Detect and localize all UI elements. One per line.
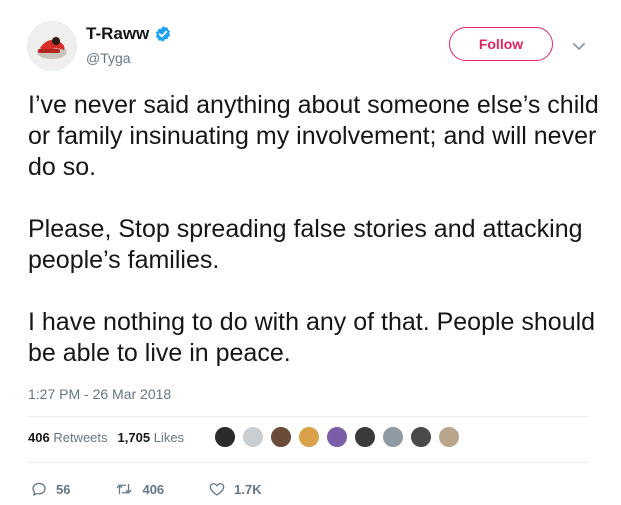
author-name-row: T-Raww bbox=[86, 24, 172, 44]
likes-stat[interactable]: 1,705 Likes bbox=[118, 430, 185, 445]
liker-avatar[interactable] bbox=[326, 426, 348, 448]
reply-button[interactable]: 56 bbox=[30, 480, 70, 498]
liker-avatar[interactable] bbox=[354, 426, 376, 448]
reply-count: 56 bbox=[56, 481, 71, 497]
verified-badge-icon bbox=[154, 25, 172, 43]
like-count: 1.7K bbox=[234, 481, 262, 497]
liker-avatar[interactable] bbox=[298, 426, 320, 448]
liker-avatar[interactable] bbox=[382, 426, 404, 448]
author-handle[interactable]: @Tyga bbox=[86, 50, 131, 66]
likes-count: 1,705 bbox=[117, 430, 151, 445]
engagement-stats: 406 Retweets 1,705 Likes bbox=[28, 430, 194, 445]
liker-avatar[interactable] bbox=[242, 426, 264, 448]
tweet-actions: 56 406 1.7K bbox=[30, 480, 306, 498]
reply-icon bbox=[32, 482, 46, 496]
tweet-text: I’ve never said anything about someone e… bbox=[28, 90, 608, 400]
retweets-count: 406 bbox=[28, 430, 50, 445]
author-display-name[interactable]: T-Raww bbox=[86, 24, 149, 44]
tweet-card: T-Raww @Tyga Follow I’ve never said anyt… bbox=[0, 0, 621, 505]
retweet-button[interactable]: 406 bbox=[114, 480, 164, 498]
heart-icon bbox=[209, 483, 225, 496]
retweet-count: 406 bbox=[142, 481, 165, 497]
tweet-paragraph: Please, Stop spreading false stories and… bbox=[28, 215, 583, 274]
tweet-timestamp[interactable]: 1:27 PM - 26 Mar 2018 bbox=[28, 386, 171, 402]
retweets-label: Retweets bbox=[53, 430, 108, 445]
tweet-paragraph: I’ve never said anything about someone e… bbox=[28, 91, 599, 181]
divider bbox=[28, 416, 588, 417]
retweet-icon bbox=[117, 483, 132, 495]
liker-avatars bbox=[214, 426, 466, 448]
follow-button[interactable]: Follow bbox=[449, 27, 553, 61]
tweet-paragraph: I have nothing to do with any of that. P… bbox=[28, 308, 596, 367]
divider bbox=[28, 462, 588, 463]
chevron-down-icon[interactable] bbox=[572, 39, 586, 50]
liker-avatar[interactable] bbox=[438, 426, 460, 448]
liker-avatar[interactable] bbox=[410, 426, 432, 448]
like-button[interactable]: 1.7K bbox=[208, 480, 262, 498]
liker-avatar[interactable] bbox=[214, 426, 236, 448]
retweets-stat[interactable]: 406 Retweets bbox=[28, 430, 108, 445]
liker-avatar[interactable] bbox=[270, 426, 292, 448]
likes-label: Likes bbox=[153, 430, 185, 445]
profile-avatar[interactable] bbox=[27, 21, 77, 71]
